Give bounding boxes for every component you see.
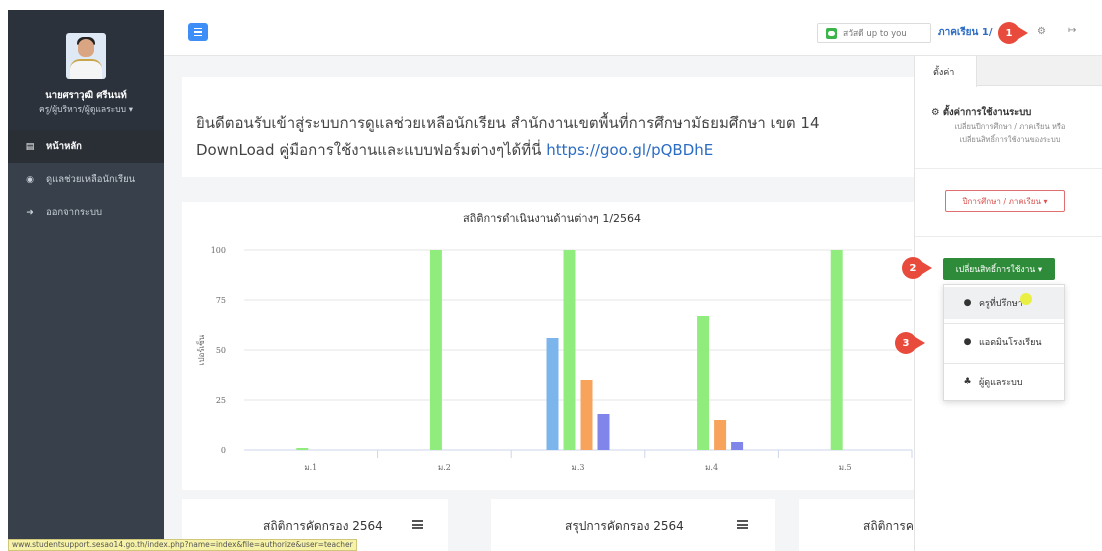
signout-icon[interactable]: ↦ — [1068, 25, 1076, 36]
callout-marker-3: 3 — [895, 332, 917, 354]
gears-icon: ⚙ — [931, 107, 943, 118]
x-tick-label: ม.1 — [304, 463, 317, 472]
y-tick-label: 100 — [211, 246, 226, 255]
x-tick-label: ม.2 — [438, 463, 451, 472]
y-axis-label: เปอร์เซ็น — [196, 334, 206, 365]
gear-icon[interactable]: ⚙ — [1037, 26, 1046, 37]
x-tick-label: ม.3 — [572, 463, 585, 472]
y-tick-label: 25 — [216, 396, 226, 405]
card-title: สถิติการคัดกรอง 2564 — [263, 519, 383, 533]
y-tick-label: 0 — [221, 446, 226, 455]
sidebar-item-home[interactable]: ▤ หน้าหลัก — [8, 130, 164, 163]
term-link[interactable]: ภาคเรียน 1/ — [938, 25, 992, 40]
bar — [830, 250, 843, 450]
bar-chart: สถิติการดำเนินงานด้านต่างๆ 1/2564 0 25 50 75… — [196, 212, 913, 472]
card-title: สรุปการคัดกรอง 2564 — [565, 519, 684, 533]
role-option-school-admin[interactable]: ● แอดมินโรงเรียน — [944, 326, 1064, 358]
tab-settings[interactable]: ตั้งค่า — [915, 56, 977, 87]
hamburger-icon[interactable] — [737, 520, 748, 529]
globe-icon: ◉ — [26, 174, 34, 185]
line-icon — [826, 27, 837, 39]
settings-heading: ⚙ ตั้งค่าการใช้งานระบบ — [931, 105, 1031, 120]
role-option-label: ผู้ดูแลระบบ — [979, 378, 1023, 388]
screening-card-3: สถิติการค — [799, 499, 914, 551]
role-option-advisor[interactable]: ● ครูที่ปรึกษา — [944, 287, 1064, 319]
stats-chart-card: สถิติการดำเนินงานด้านต่างๆ 1/2564 0 25 50 75… — [182, 202, 922, 490]
callout-pointer-3 — [915, 337, 925, 349]
settings-heading-text: ตั้งค่าการใช้งานระบบ — [942, 107, 1032, 118]
hamburger-icon[interactable] — [188, 23, 208, 41]
users-icon: ● — [963, 337, 972, 347]
bar — [731, 442, 744, 450]
hamburger-icon[interactable] — [412, 520, 423, 529]
bar — [296, 448, 309, 450]
download-prefix: DownLoad คู่มือการใช้งานและแบบฟอร์มต่างๆ… — [196, 141, 547, 159]
sidebar-item-label: ออกจากระบบ — [46, 207, 103, 218]
divider — [944, 323, 1064, 324]
bar — [429, 250, 442, 450]
user-icon: ● — [963, 298, 972, 308]
welcome-text: ยินดีตอนรับเข้าสู่ระบบการดูแลช่วยเหลือนั… — [196, 114, 820, 132]
role-option-label: ครูที่ปรึกษา — [979, 299, 1023, 309]
mouse-cursor-highlight — [1020, 293, 1032, 305]
top-navbar: สวัสดี up to you ภาคเรียน 1/ ⚙ ↦ — [164, 10, 1102, 56]
role-dropdown-menu: ● ครูที่ปรึกษา ● แอดมินโรงเรียน ♣ ผู้ดูแ… — [943, 284, 1065, 401]
sitemap-icon: ♣ — [963, 377, 972, 387]
sidebar-item-student-support[interactable]: ◉ ดูแลช่วยเหลือนักเรียน — [8, 163, 164, 196]
bar — [563, 250, 576, 450]
bar — [546, 338, 559, 450]
settings-description-2: เปลี่ยนสิทธิ์การใช้งานของระบบ — [959, 135, 1061, 144]
dashboard-icon: ▤ — [25, 141, 35, 152]
manual-link[interactable]: https://goo.gl/pQBDhE — [546, 141, 713, 159]
settings-panel: ตั้งค่า ⚙ ตั้งค่าการใช้งานระบบ เปลี่ยนปี… — [914, 56, 1102, 551]
x-tick-label: ม.5 — [839, 463, 852, 472]
screening-summary-card: สรุปการคัดกรอง 2564 — [491, 499, 775, 551]
divider — [944, 363, 1064, 364]
settings-description: เปลี่ยนปีการศึกษา / ภาคเรียน หรือ — [954, 122, 1066, 131]
welcome-banner: ยินดีตอนรับเข้าสู่ระบบการดูแลช่วยเหลือนั… — [182, 77, 922, 177]
year-term-dropdown-button[interactable]: ปีการศึกษา / ภาคเรียน ▾ — [945, 190, 1065, 212]
panel-tabbar: ตั้งค่า — [915, 56, 1102, 87]
user-name: นายศราวุฒิ ศรีนนท์ — [45, 90, 127, 101]
user-panel: นายศราวุฒิ ศรีนนท์ ครู/ผู้บริหาร/ผู้ดูแล… — [8, 10, 164, 130]
download-text: DownLoad คู่มือการใช้งานและแบบฟอร์มต่างๆ… — [196, 138, 713, 162]
y-tick-label: 50 — [216, 346, 226, 355]
bar — [597, 414, 610, 450]
y-tick-label: 75 — [216, 296, 226, 305]
bar — [714, 420, 727, 450]
callout-pointer-2 — [922, 262, 932, 274]
user-role-dropdown[interactable]: ครู/ผู้บริหาร/ผู้ดูแลระบบ ▾ — [8, 102, 164, 116]
bar — [697, 316, 710, 450]
chart-title: สถิติการดำเนินงานด้านต่างๆ 1/2564 — [463, 212, 641, 225]
change-role-button[interactable]: เปลี่ยนสิทธิ์การใช้งาน ▾ — [943, 258, 1055, 280]
x-tick-label: ม.4 — [705, 463, 718, 472]
callout-marker-1: 1 — [998, 22, 1020, 44]
line-greeting-text: สวัสดี up to you — [843, 29, 907, 39]
divider — [915, 168, 1102, 169]
line-greeting[interactable]: สวัสดี up to you — [817, 23, 931, 43]
callout-pointer-1 — [1018, 27, 1028, 39]
divider — [915, 236, 1102, 237]
sidebar-item-label: หน้าหลัก — [46, 141, 82, 152]
logout-icon: ➜ — [26, 207, 34, 218]
callout-marker-2: 2 — [902, 257, 924, 279]
bar — [580, 380, 593, 450]
sidebar-item-logout[interactable]: ➜ ออกจากระบบ — [8, 196, 164, 229]
status-url: www.studentsupport.sesao14.go.th/index.p… — [8, 539, 357, 551]
sidebar: นายศราวุฒิ ศรีนนท์ ครู/ผู้บริหาร/ผู้ดูแล… — [8, 10, 164, 551]
sidebar-item-label: ดูแลช่วยเหลือนักเรียน — [46, 174, 136, 185]
avatar — [66, 33, 106, 79]
role-option-system-admin[interactable]: ♣ ผู้ดูแลระบบ — [944, 366, 1064, 398]
card-title: สถิติการค — [863, 519, 914, 533]
role-option-label: แอดมินโรงเรียน — [979, 338, 1042, 348]
